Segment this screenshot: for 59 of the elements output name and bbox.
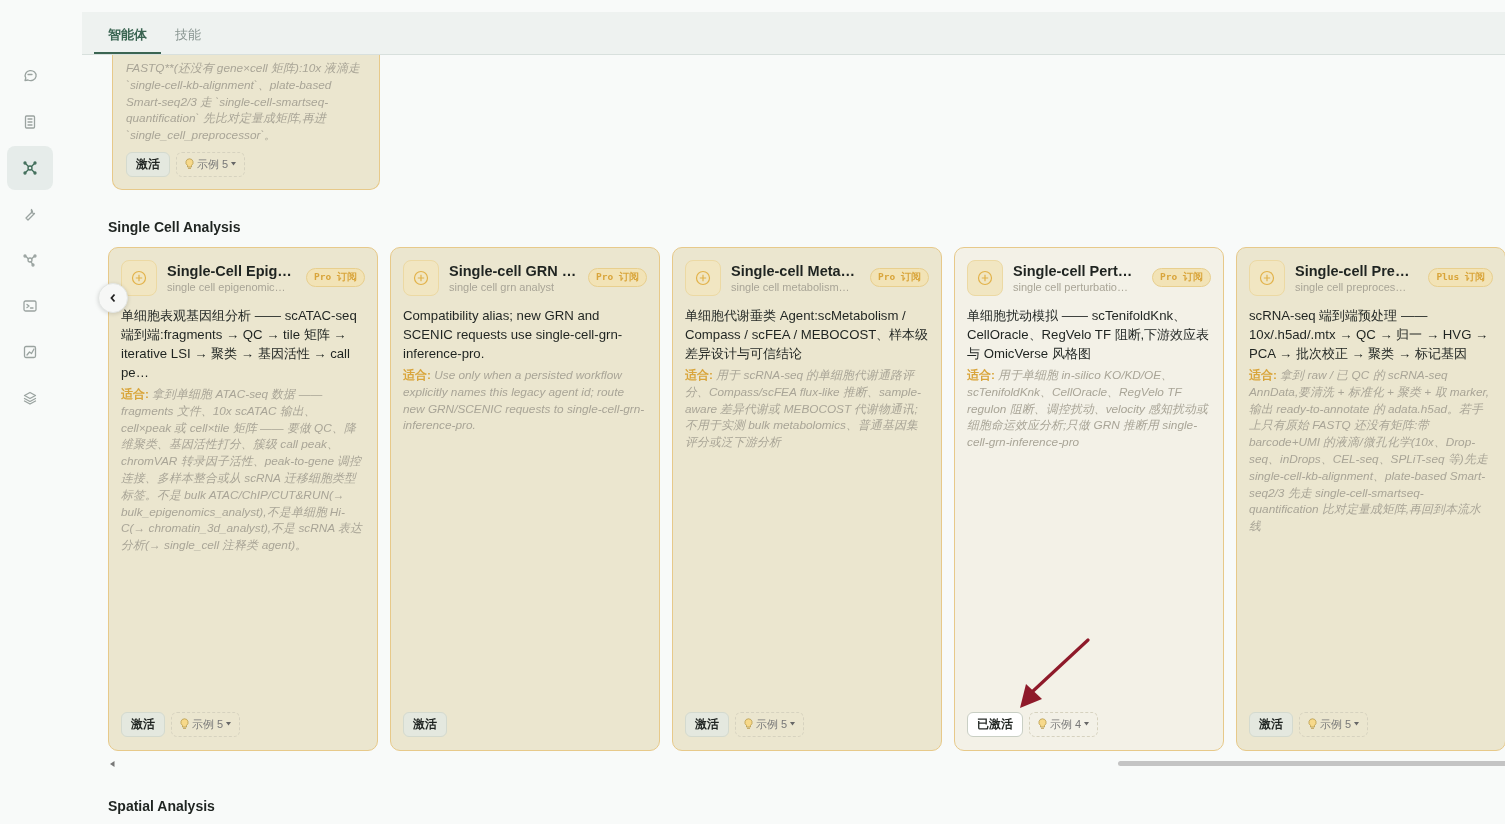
card-description: 单细胞表观基因组分析 —— scATAC-seq 端到端:fragments → QC → tile 矩阵 → iterative LSI → 聚类 → 基因活性 → call pe… [121, 307, 358, 382]
lightbulb-icon [185, 158, 194, 171]
caret-icon [1084, 722, 1090, 727]
card-title: Single-cell Pre… [1295, 263, 1411, 279]
lightbulb-icon [744, 718, 753, 731]
examples-button[interactable]: 示例 5 [171, 712, 241, 737]
network-icon [21, 160, 38, 176]
card-subtitle: single cell epigenomic… [167, 281, 287, 293]
chart-icon [21, 344, 38, 360]
lightbulb-icon [1308, 718, 1317, 731]
card-description: scRNA-seq 端到端预处理 —— 10x/.h5ad/.mtx → QC → 归一 → HVG → PCA → 批次校正 → 聚类 → 标记基因 [1249, 307, 1490, 363]
scrollbar-thumb[interactable] [1118, 761, 1505, 767]
card-subtitle: single cell preproces… [1295, 281, 1408, 293]
section-heading: Spatial Analysis [108, 798, 216, 814]
plan-badge: Pro 订阅 [1152, 268, 1211, 287]
card-title: Single-cell GRN … [449, 263, 578, 279]
plan-badge: Pro 订阅 [306, 268, 365, 287]
card-description: Compatibility alias; new GRN and SCENIC requests use single-cell-grn-inference-pro. [403, 307, 624, 363]
examples-button[interactable]: 示例 5 [176, 152, 246, 177]
activate-button[interactable]: 激活 [126, 152, 170, 177]
nodes-icon [21, 252, 38, 268]
card-subtitle: single cell perturbatio… [1013, 281, 1129, 293]
caret-icon [226, 722, 232, 727]
scroll-arrow-icon[interactable] [110, 761, 115, 767]
card-title: Single-Cell Epig… [167, 263, 293, 279]
activate-button[interactable]: 激活 [121, 712, 165, 737]
plan-badge: Pro 订阅 [588, 268, 647, 287]
activate-button[interactable]: 激活 [403, 712, 447, 737]
card-subtitle: single cell metabolism… [731, 281, 851, 293]
examples-button[interactable]: 示例 5 [735, 712, 805, 737]
lightbulb-icon [180, 718, 189, 731]
card-fit-text: 适合: 用于单细胞 in-silico KO/KD/OE、scTenifoldKnk、CellOracle、RegVelo TF regulon 阻断、调控扰动、velocity 感知扰动或细胞命运效应分析;只做 GRN 推断用 single-cell-grn-inference-pro [967, 367, 1210, 451]
examples-button[interactable]: 示例 5 [1299, 712, 1369, 737]
chat-icon [21, 68, 38, 84]
card-title: Single-cell Meta… [731, 263, 857, 279]
activate-button[interactable]: 已激活 [967, 712, 1023, 737]
chevron-left-icon [109, 293, 117, 303]
card-description: 单细胞扰动模拟 —— scTenifoldKnk、CellOracle、RegVelo TF 阻断,下游效应表与 OmicVerse 风格图 [967, 307, 1211, 363]
card-fit-text: 适合: 拿到单细胞 ATAC-seq 数据 —— fragments 文件、10x scATAC 输出、cell×peak 或 cell×tile 矩阵 —— 要做 QC、降维聚类、基因活性打分、簇级 call peak、chromVAR 转录因子活性、peak-to-gene 调控连接、多样本整合或从 scRNA 迁移细胞类型标签。不是 bulk ATAC/ChIP/CUT&RUN(→ bulk_epigenomics_analyst),不是单细胞 Hi-C(→ chromatin_3d_analyst),不是 scRNA 表达分析(→ single_cell 注释类 agent)。 [121, 386, 364, 554]
examples-button[interactable]: 示例 4 [1029, 712, 1099, 737]
caret-icon [790, 722, 796, 727]
activate-button[interactable]: 激活 [685, 712, 729, 737]
card-fit-text: FASTQ**(还没有 gene×cell 矩阵):10x 液滴走 `single-cell-kb-alignment`、plate-based Smart-seq2/3 走 `single-cell-smartseq-quantification` 先比对定量成矩阵,再进 `single_cell_preprocessor`。 [126, 60, 362, 144]
activate-button[interactable]: 激活 [1249, 712, 1293, 737]
card-subtitle: single cell grn analyst [449, 281, 556, 293]
terminal-icon [21, 298, 38, 314]
card-fit-text: 适合: 用于 scRNA-seq 的单细胞代谢通路评分、Compass/scFEA flux-like 推断、sample-aware 差异代谢或 MEBOCOST 代谢物通讯;不用于实测 bulk metabolomics、普通基因集评分或泛下游分析 [685, 367, 922, 451]
layers-icon [21, 390, 38, 406]
caret-icon [1354, 722, 1360, 727]
card-fit-text: 适合: Use only when a persisted workflow explicitly names this legacy agent id; route new GRN/SCENIC requests to single-cell-grn-inference-pro. [403, 367, 646, 435]
card-description: 单细胞代谢垂类 Agent:scMetabolism / Compass / scFEA / MEBOCOST、样本级差异设计与可信结论 [685, 307, 929, 363]
plan-badge: Pro 订阅 [870, 268, 929, 287]
arrow-annotation [1018, 638, 1090, 710]
section-heading: Single Cell Analysis [108, 219, 242, 235]
sidebar-item[interactable] [6, 146, 53, 190]
lightbulb-icon [1038, 718, 1047, 731]
card-title: Single-cell Pert… [1013, 263, 1134, 279]
caret-icon [231, 162, 237, 167]
plan-badge: Plus 订阅 [1428, 268, 1493, 287]
